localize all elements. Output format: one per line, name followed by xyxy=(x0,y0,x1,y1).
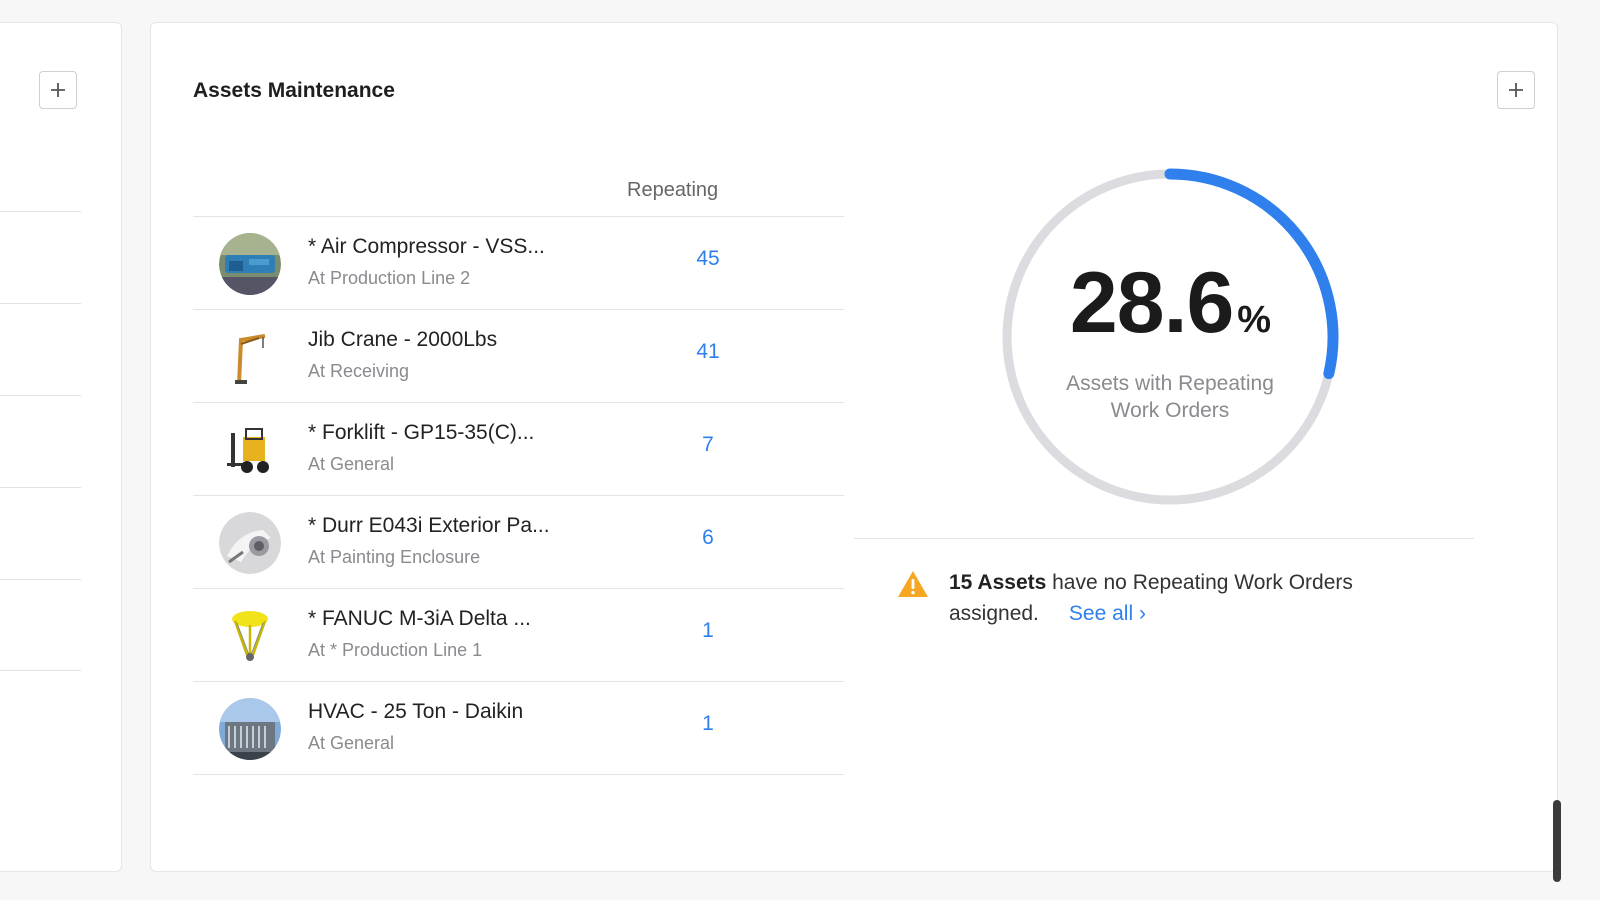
asset-location: At Painting Enclosure xyxy=(308,547,481,567)
table-row[interactable]: * FANUC M-3iA Delta ... At * Production … xyxy=(193,589,844,682)
page-scrollbar-thumb[interactable] xyxy=(1553,800,1561,882)
asset-location: At Receiving xyxy=(308,361,410,381)
asset-location: At General xyxy=(308,454,395,474)
table-row[interactable]: * Durr E043i Exterior Pa... At Painting … xyxy=(193,496,844,589)
forklift-thumbnail xyxy=(219,419,281,481)
notice-divider xyxy=(854,538,1474,539)
left-row-divider xyxy=(0,487,81,488)
add-widget-button[interactable] xyxy=(1497,71,1535,109)
left-add-button[interactable] xyxy=(39,71,77,109)
repeating-gauge: 28.6% Assets with Repeating Work Orders xyxy=(991,158,1349,516)
asset-name[interactable]: * FANUC M-3iA Delta ... xyxy=(308,607,531,631)
table-row[interactable]: HVAC - 25 Ton - Daikin At General 1 xyxy=(193,682,844,775)
asset-name[interactable]: * Forklift - GP15-35(C)... xyxy=(308,421,534,445)
gauge-caption: Assets with Repeating Work Orders xyxy=(1066,372,1274,422)
left-row-divider xyxy=(0,670,81,671)
asset-name[interactable]: HVAC - 25 Ton - Daikin xyxy=(308,700,523,724)
air-compressor-thumbnail xyxy=(219,233,281,295)
see-all-link[interactable]: See all › xyxy=(1069,602,1146,625)
repeating-count[interactable]: 6 xyxy=(663,526,753,550)
asset-name[interactable]: Jib Crane - 2000Lbs xyxy=(308,328,497,352)
warning-triangle-icon xyxy=(898,571,928,597)
gauge-value: 28.6% xyxy=(991,254,1349,353)
left-row-divider xyxy=(0,211,81,212)
delta-robot-thumbnail xyxy=(219,605,281,667)
asset-name[interactable]: * Air Compressor - VSS... xyxy=(308,235,545,259)
gauge-number: 28.6 xyxy=(1069,255,1234,351)
asset-location: At Production Line 2 xyxy=(308,268,471,288)
asset-location: At General xyxy=(308,733,395,753)
asset-location: At * Production Line 1 xyxy=(308,640,483,660)
gauge-unit: % xyxy=(1237,299,1271,341)
repeating-count[interactable]: 1 xyxy=(663,712,753,736)
left-row-divider xyxy=(0,395,81,396)
left-widget-panel xyxy=(0,22,122,872)
jib-crane-thumbnail xyxy=(219,326,281,388)
table-row[interactable]: * Air Compressor - VSS... At Production … xyxy=(193,217,844,310)
repeating-count[interactable]: 41 xyxy=(663,340,753,364)
assets-maintenance-widget: Assets Maintenance Repeating * Air Compr… xyxy=(150,22,1558,872)
asset-name[interactable]: * Durr E043i Exterior Pa... xyxy=(308,514,550,538)
repeating-column-header: Repeating xyxy=(627,179,719,201)
left-row-divider xyxy=(0,303,81,304)
plus-icon xyxy=(51,83,65,97)
no-repeating-notice: 15 Assets have no Repeating Work Orders … xyxy=(949,567,1419,629)
repeating-count[interactable]: 7 xyxy=(663,433,753,457)
table-row[interactable]: * Forklift - GP15-35(C)... At General 7 xyxy=(193,403,844,496)
table-row[interactable]: Jib Crane - 2000Lbs At Receiving 41 xyxy=(193,310,844,403)
hvac-thumbnail xyxy=(219,698,281,760)
notice-count: 15 Assets xyxy=(949,571,1047,594)
repeating-count[interactable]: 45 xyxy=(663,247,753,271)
widget-title: Assets Maintenance xyxy=(193,79,395,102)
paint-robot-thumbnail xyxy=(219,512,281,574)
left-row-divider xyxy=(0,579,81,580)
repeating-count[interactable]: 1 xyxy=(663,619,753,643)
plus-icon xyxy=(1509,83,1523,97)
